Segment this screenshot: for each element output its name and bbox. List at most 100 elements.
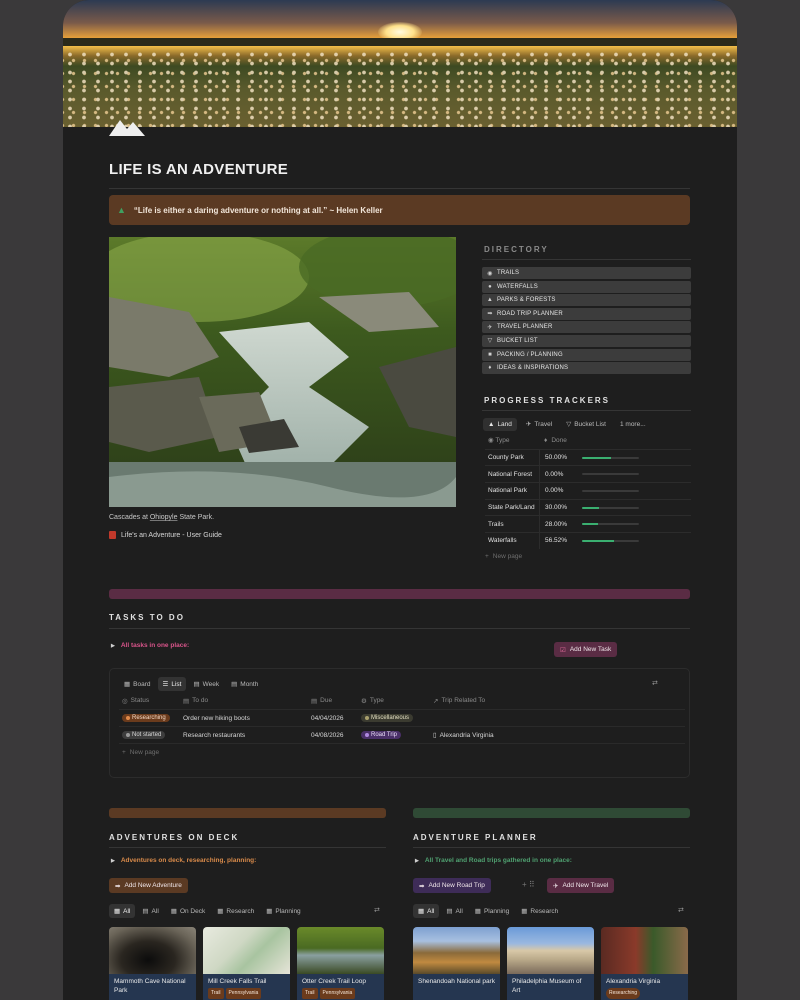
new-page-button[interactable]: + New page (485, 549, 691, 565)
directory-item-parks-forests[interactable]: ▲ PARKS & FORESTS (482, 294, 691, 307)
gallery-icon: ▦ (114, 908, 121, 915)
table-row[interactable]: Researching Order new hiking boots 04/04… (119, 709, 685, 726)
type-badge[interactable]: Road Trip (361, 731, 402, 739)
directory-item-waterfalls[interactable]: ● WATERFALLS (482, 280, 691, 293)
directory-item-bucket-list[interactable]: ▽ BUCKET LIST (482, 334, 691, 347)
type-badge[interactable]: Miscellaneous (361, 714, 414, 722)
view-on-deck[interactable]: ▦ On Deck (166, 904, 210, 918)
caption-link[interactable]: Ohiopyle (150, 514, 178, 521)
tab-bucket-list[interactable]: ▽ Bucket List (561, 417, 611, 431)
view-all-gallery[interactable]: ▦ All (413, 904, 440, 918)
arrow-up-right-icon: ↗ (433, 697, 439, 705)
view-board[interactable]: ▦ Board (119, 677, 156, 691)
directory-item-road-trip-planner[interactable]: ➡ ROAD TRIP PLANNER (482, 307, 691, 320)
table-row[interactable]: National Park 0.00% (485, 482, 691, 499)
tab-travel[interactable]: ✈ Travel (521, 417, 557, 431)
calendar-icon: ▤ (231, 681, 238, 688)
directory-item-ideas-inspirations[interactable]: ♦ IDEAS & INSPIRATIONS (482, 362, 691, 375)
task-name[interactable]: Order new hiking boots (180, 715, 308, 722)
table-row[interactable]: State Park/Land 30.00% (485, 498, 691, 516)
filter-settings-icon[interactable]: ⇄ (652, 679, 658, 687)
bucket-icon: ▽ (487, 338, 493, 345)
directory-item-packing-planning[interactable]: ■ PACKING / PLANNING (482, 348, 691, 361)
quote-text: “Life is either a daring adventure or no… (133, 205, 383, 215)
directory-list: ◉ TRAILS ● WATERFALLS ▲ PARKS & FORESTS ➡ RO… (482, 267, 691, 376)
column-header-due[interactable]: ▤ Due (308, 697, 358, 705)
deck-view-tabs: ▦ All ▤ All ▦ On Deck ▦ Research ▦ Planning (109, 904, 306, 918)
gallery-card[interactable]: Shenandoah National park (413, 927, 500, 1000)
view-planning[interactable]: ▦ Planning (470, 904, 514, 918)
filter-settings-icon[interactable]: ⇄ (678, 906, 684, 914)
gallery-card[interactable]: Philadelphia Museum of Art (507, 927, 594, 1000)
column-header-type[interactable]: ◉ Type (485, 436, 539, 444)
view-label: All (455, 907, 463, 915)
new-page-button[interactable]: + New page (119, 743, 685, 760)
tab-land[interactable]: ▲ Land (483, 417, 517, 431)
tasks-toggle[interactable]: ▶ All tasks in one place: (111, 642, 189, 649)
card-title: Shenandoah National park (418, 978, 495, 985)
card-image (507, 927, 594, 974)
view-list[interactable]: ☰ List (157, 677, 187, 691)
done-cell: 56.52% (539, 533, 639, 549)
done-percent: 28.00% (545, 520, 568, 528)
add-new-travel-button[interactable]: ✈ Add New Travel (547, 878, 615, 893)
column-header-done[interactable]: ♦ Done (539, 432, 639, 449)
add-new-task-button[interactable]: ☑ Add New Task (554, 642, 618, 657)
view-research[interactable]: ▦ Research (516, 904, 563, 918)
view-all-table[interactable]: ▤ All (441, 904, 467, 918)
deck-toggle[interactable]: ▶ Adventures on deck, researching, planni… (111, 857, 256, 864)
column-header-trip[interactable]: ↗ Trip Related To (430, 697, 630, 705)
directory-item-travel-planner[interactable]: ✈ TRAVEL PLANNER (482, 321, 691, 334)
mountain-page-icon[interactable] (109, 116, 145, 136)
view-week[interactable]: ▤ Week (188, 677, 224, 691)
table-row[interactable]: Not started Research restaurants 04/08/2… (119, 726, 685, 743)
button-label: Add New Task (569, 646, 612, 653)
gallery-card[interactable]: Otter Creek Trail Loop Trail Pennsylvania (297, 927, 384, 1000)
add-drag-handle-icon[interactable]: + ⠿ (522, 880, 535, 889)
tab-more[interactable]: 1 more... (615, 418, 651, 431)
task-name[interactable]: Research restaurants (180, 732, 308, 739)
tag-icon: ⚙ (361, 697, 367, 705)
table-row[interactable]: Waterfalls 56.52% (485, 532, 691, 549)
view-month[interactable]: ▤ Month (226, 677, 263, 691)
table-row[interactable]: County Park 50.00% (485, 448, 691, 466)
card-image (413, 927, 500, 974)
tasks-table: ◎ Status ▤ To do ▤ Due ⚙ Type ↗ Trip Related … (119, 692, 685, 760)
view-planning[interactable]: ▦ Planning (261, 904, 305, 918)
add-new-road-trip-button[interactable]: ➡ Add New Road Trip (413, 878, 491, 893)
status-chip: Researching (606, 988, 641, 999)
column-header-status[interactable]: ◎ Status (119, 697, 180, 705)
view-research[interactable]: ▦ Research (212, 904, 259, 918)
trip-related[interactable]: ▯ Alexandria Virginia (430, 731, 630, 740)
table-row[interactable]: Trails 28.00% (485, 515, 691, 533)
view-all-table[interactable]: ▤ All (137, 904, 163, 918)
signpost-icon: ➡ (419, 882, 425, 890)
pin-icon: ♦ (544, 436, 548, 444)
status-badge[interactable]: Not started (122, 731, 166, 739)
directory-item-trails[interactable]: ◉ TRAILS (482, 267, 691, 279)
gallery-card[interactable]: Alexandria Virginia Researching (601, 927, 688, 1000)
planner-heading: ADVENTURE PLANNER (413, 833, 538, 842)
column-label: Trip Related To (441, 697, 486, 704)
add-new-adventure-button[interactable]: ➡ Add New Adventure (109, 878, 188, 893)
status-badge[interactable]: Researching (122, 714, 170, 722)
user-guide-link[interactable]: Life's an Adventure - User Guide (109, 531, 222, 539)
filter-settings-icon[interactable]: ⇄ (374, 906, 380, 914)
view-all-gallery[interactable]: ▦ All (109, 904, 136, 918)
gallery-icon: ▦ (521, 908, 528, 915)
gallery-icon: ▦ (266, 908, 273, 915)
column-header-type[interactable]: ⚙ Type (358, 697, 430, 705)
card-title: Mill Creek Falls Trail (208, 978, 267, 985)
gallery-card[interactable]: Mammoth Cave National Park (109, 927, 196, 1000)
view-label: Planning (483, 907, 510, 915)
view-label: On Deck (179, 907, 206, 915)
airplane-icon: ✈ (525, 421, 532, 428)
table-row[interactable]: National Forest 0.00% (485, 465, 691, 483)
planner-gallery: Shenandoah National park Philadelphia Mu… (413, 927, 688, 1000)
book-icon (109, 531, 116, 539)
drop-icon: ● (488, 283, 492, 290)
column-header-todo[interactable]: ▤ To do (180, 697, 308, 705)
table-icon: ▤ (142, 908, 149, 915)
planner-toggle[interactable]: ▶ All Travel and Road trips gathered in o… (415, 857, 572, 864)
gallery-card[interactable]: Mill Creek Falls Trail Trail Pennsylvania (203, 927, 290, 1000)
